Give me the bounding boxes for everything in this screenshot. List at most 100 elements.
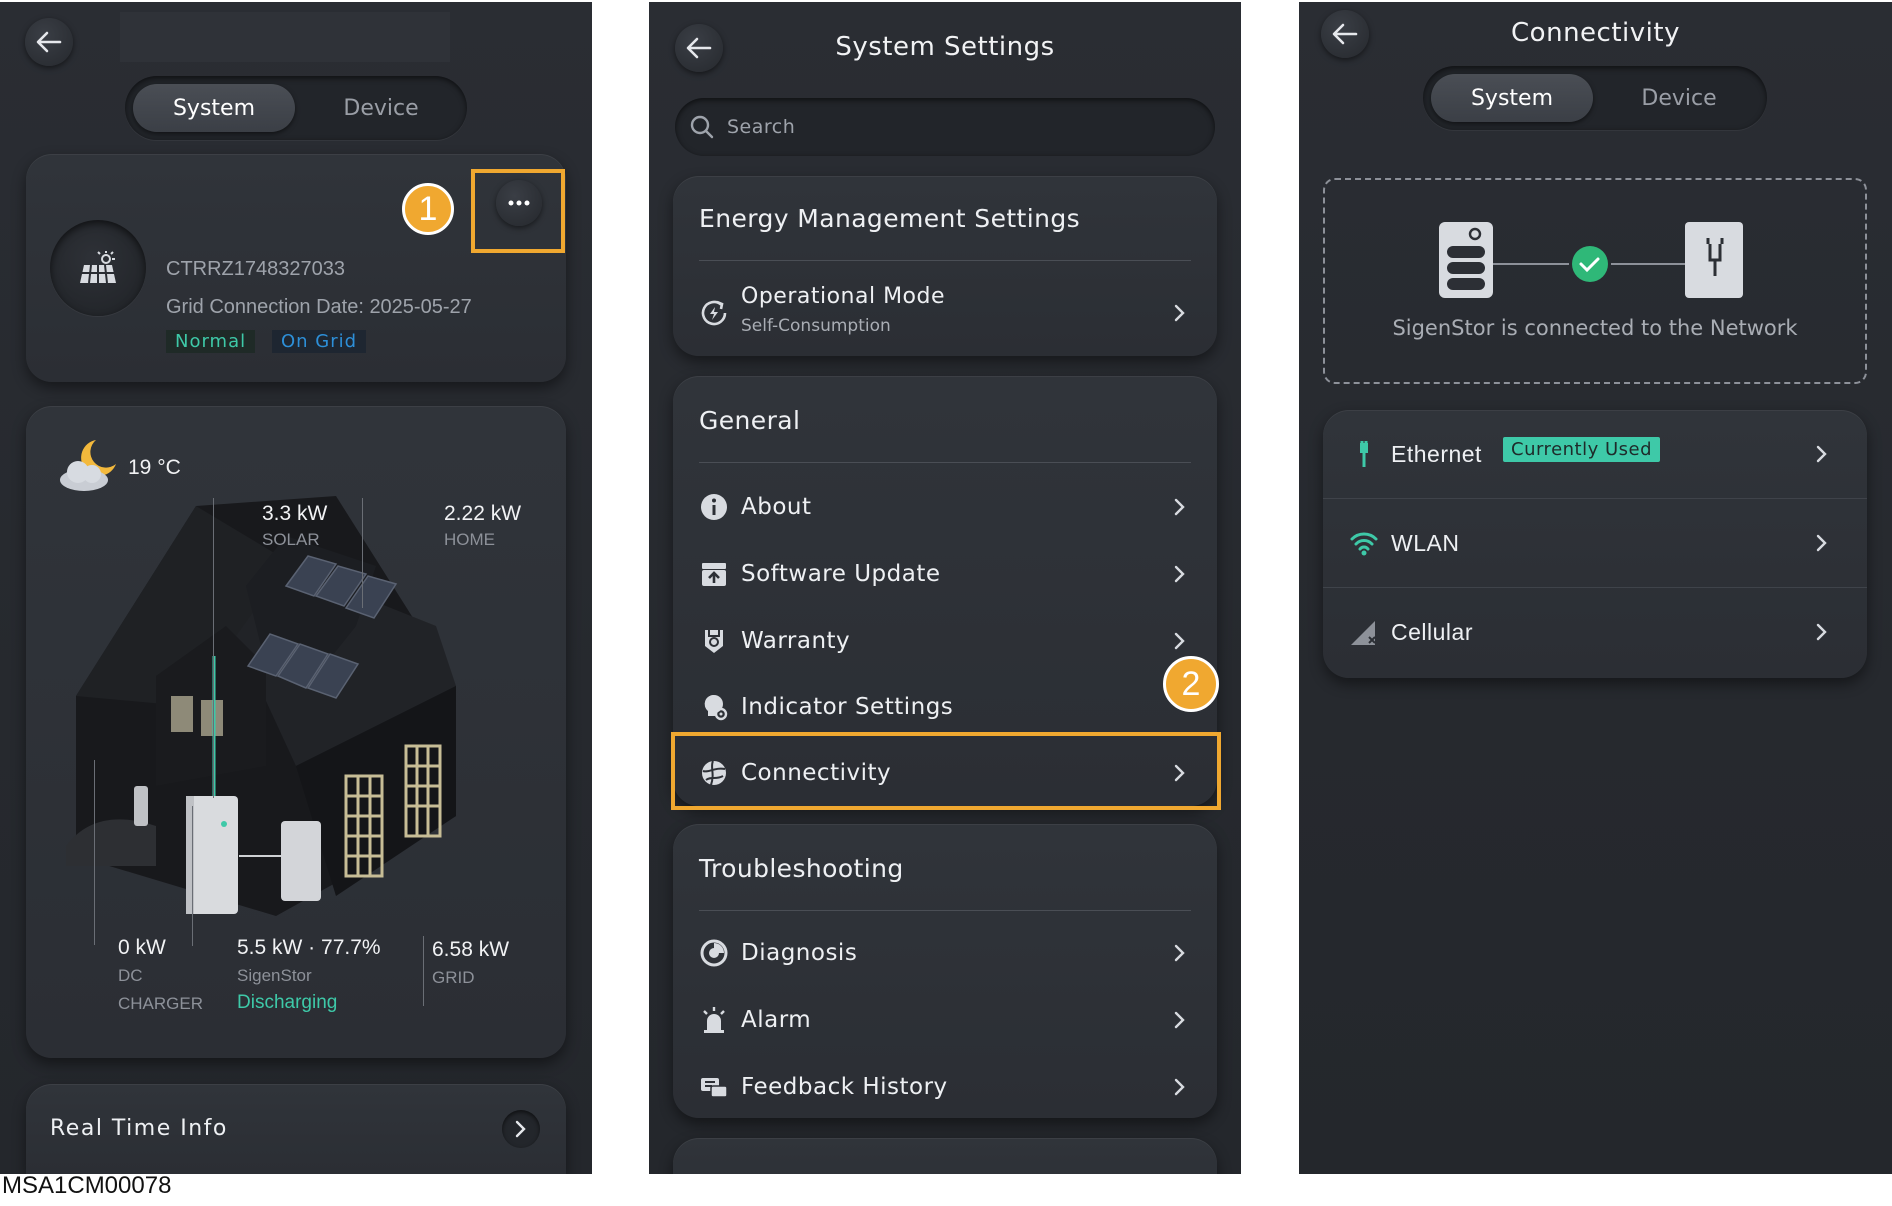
chevron-right-icon bbox=[1816, 623, 1827, 641]
connectivity-screen: Connectivity System Device SigenStor is … bbox=[1299, 2, 1892, 1174]
cellular-label: Cellular bbox=[1391, 618, 1473, 645]
settings-item-label: Warranty bbox=[741, 628, 851, 654]
operational-mode-label: Operational Mode bbox=[741, 284, 946, 309]
settings-item-label: Software Update bbox=[741, 561, 941, 587]
real-time-info-label: Real Time Info bbox=[50, 1116, 228, 1141]
system-settings-screen: System Settings Search Energy Management… bbox=[649, 2, 1241, 1174]
search-icon bbox=[690, 115, 714, 139]
next-section-card bbox=[673, 1138, 1217, 1174]
settings-item-about[interactable]: About bbox=[673, 474, 1217, 540]
chevron-right-icon bbox=[1174, 1078, 1185, 1096]
feedback-chat-icon bbox=[701, 1078, 728, 1098]
site-serial: CTRRZ1748327033 bbox=[166, 258, 345, 280]
page-title: Connectivity bbox=[1511, 18, 1680, 48]
chevron-right-icon bbox=[1816, 445, 1827, 463]
connectivity-item-cellular[interactable]: Cellular bbox=[1323, 588, 1867, 676]
sigenstor-state: Discharging bbox=[237, 992, 338, 1013]
settings-item-label: Feedback History bbox=[741, 1074, 948, 1100]
divider bbox=[699, 260, 1191, 261]
charger-label-dc: DC bbox=[118, 966, 143, 985]
settings-item-label: Indicator Settings bbox=[741, 694, 954, 720]
energy-flow-card: 19 °C 3.3 kW SOLAR 2.22 kW HOME 0 kW DC … bbox=[26, 406, 566, 1058]
tab-device[interactable]: Device bbox=[300, 84, 462, 132]
highlight-more-button bbox=[471, 169, 565, 253]
alarm-siren-icon bbox=[703, 1007, 725, 1033]
tab-device[interactable]: Device bbox=[1598, 74, 1760, 122]
tab-system[interactable]: System bbox=[1431, 74, 1593, 122]
chevron-right-icon bbox=[1174, 304, 1185, 322]
settings-item-software-update[interactable]: Software Update bbox=[673, 541, 1217, 607]
settings-item-feedback-history[interactable]: Feedback History bbox=[673, 1054, 1217, 1120]
operational-mode-icon bbox=[701, 300, 727, 326]
home-label: HOME bbox=[444, 530, 495, 549]
sigenstor-value: 5.5 kW · 77.7% bbox=[237, 936, 381, 959]
section-title-general: General bbox=[699, 406, 801, 435]
divider bbox=[699, 910, 1191, 911]
section-title-troubleshooting: Troubleshooting bbox=[699, 854, 904, 883]
chevron-right-icon bbox=[1174, 944, 1185, 962]
currently-used-badge: Currently Used bbox=[1503, 437, 1661, 462]
troubleshooting-card: Troubleshooting Diagnosis Alarm Feedback… bbox=[673, 824, 1217, 1118]
status-badge-on-grid: On Grid bbox=[272, 330, 367, 353]
chevron-right-icon bbox=[1174, 498, 1185, 516]
chevron-right-icon bbox=[515, 1120, 526, 1138]
section-title-energy: Energy Management Settings bbox=[699, 204, 1081, 233]
charger-leader-line bbox=[94, 760, 95, 945]
settings-item-label: About bbox=[741, 494, 812, 520]
connectivity-item-wlan[interactable]: WLAN bbox=[1323, 499, 1867, 587]
solar-panel-icon bbox=[80, 251, 116, 284]
indicator-bulb-icon bbox=[704, 694, 728, 721]
grid-leader-line bbox=[423, 936, 424, 1006]
search-input[interactable]: Search bbox=[675, 98, 1215, 156]
network-status-text: SigenStor is connected to the Network bbox=[1392, 316, 1798, 340]
site-avatar bbox=[50, 220, 146, 316]
tab-system[interactable]: System bbox=[133, 84, 295, 132]
wlan-label: WLAN bbox=[1391, 529, 1460, 556]
chevron-right-icon bbox=[1174, 1011, 1185, 1029]
connectivity-list-card: Ethernet Currently Used WLAN Cellular bbox=[1323, 410, 1867, 678]
home-leader-line bbox=[362, 498, 363, 608]
charger-value: 0 kW bbox=[118, 936, 166, 959]
step-badge-1: 1 bbox=[402, 183, 454, 235]
chevron-right-icon bbox=[1174, 565, 1185, 583]
warranty-icon bbox=[705, 630, 723, 653]
ethernet-label: Ethernet bbox=[1391, 440, 1482, 467]
solar-value: 3.3 kW bbox=[262, 502, 328, 525]
step-badge-2: 2 bbox=[1163, 656, 1219, 712]
operational-mode-row[interactable]: Operational Mode Self-Consumption bbox=[673, 274, 1217, 352]
grid-value: 6.58 kW bbox=[432, 938, 510, 961]
chevron-right-icon bbox=[1174, 632, 1185, 650]
chevron-right-icon bbox=[1816, 534, 1827, 552]
tab-switch: System Device bbox=[1423, 66, 1767, 130]
ethernet-plug-icon bbox=[1360, 441, 1368, 467]
info-icon bbox=[701, 494, 727, 520]
search-placeholder: Search bbox=[727, 116, 796, 138]
back-button[interactable] bbox=[25, 18, 73, 66]
chevron-right-button[interactable] bbox=[502, 1110, 540, 1148]
status-badge-normal: Normal bbox=[166, 330, 256, 353]
grid-connection-date: Grid Connection Date: 2025-05-27 bbox=[166, 296, 472, 318]
settings-item-warranty[interactable]: Warranty bbox=[673, 608, 1217, 674]
title-placeholder bbox=[120, 12, 450, 62]
charger-label: CHARGER bbox=[118, 994, 204, 1013]
settings-item-alarm[interactable]: Alarm bbox=[673, 987, 1217, 1053]
sigenstor-label: SigenStor bbox=[237, 966, 312, 985]
connectivity-item-ethernet[interactable]: Ethernet Currently Used bbox=[1323, 410, 1867, 498]
figure-code: MSA1CM00078 bbox=[2, 1172, 172, 1199]
network-diagram bbox=[1439, 222, 1743, 298]
settings-item-label: Alarm bbox=[741, 1007, 812, 1033]
operational-mode-value: Self-Consumption bbox=[741, 316, 891, 336]
divider bbox=[699, 462, 1191, 463]
home-screen: System Device CTRRZ1748327033 Grid Conne… bbox=[0, 2, 592, 1174]
diagnosis-icon bbox=[700, 939, 728, 967]
solar-leader-line bbox=[213, 498, 214, 798]
software-update-icon bbox=[702, 563, 726, 586]
settings-item-indicator-settings[interactable]: Indicator Settings bbox=[673, 674, 1217, 740]
home-value: 2.22 kW bbox=[444, 502, 522, 525]
settings-item-diagnosis[interactable]: Diagnosis bbox=[673, 920, 1217, 986]
tab-switch: System Device bbox=[125, 76, 467, 140]
page-title: System Settings bbox=[835, 32, 1055, 62]
real-time-info-row[interactable]: Real Time Info bbox=[26, 1084, 566, 1174]
settings-item-label: Diagnosis bbox=[741, 940, 858, 966]
cellular-signal-icon bbox=[1351, 621, 1376, 645]
